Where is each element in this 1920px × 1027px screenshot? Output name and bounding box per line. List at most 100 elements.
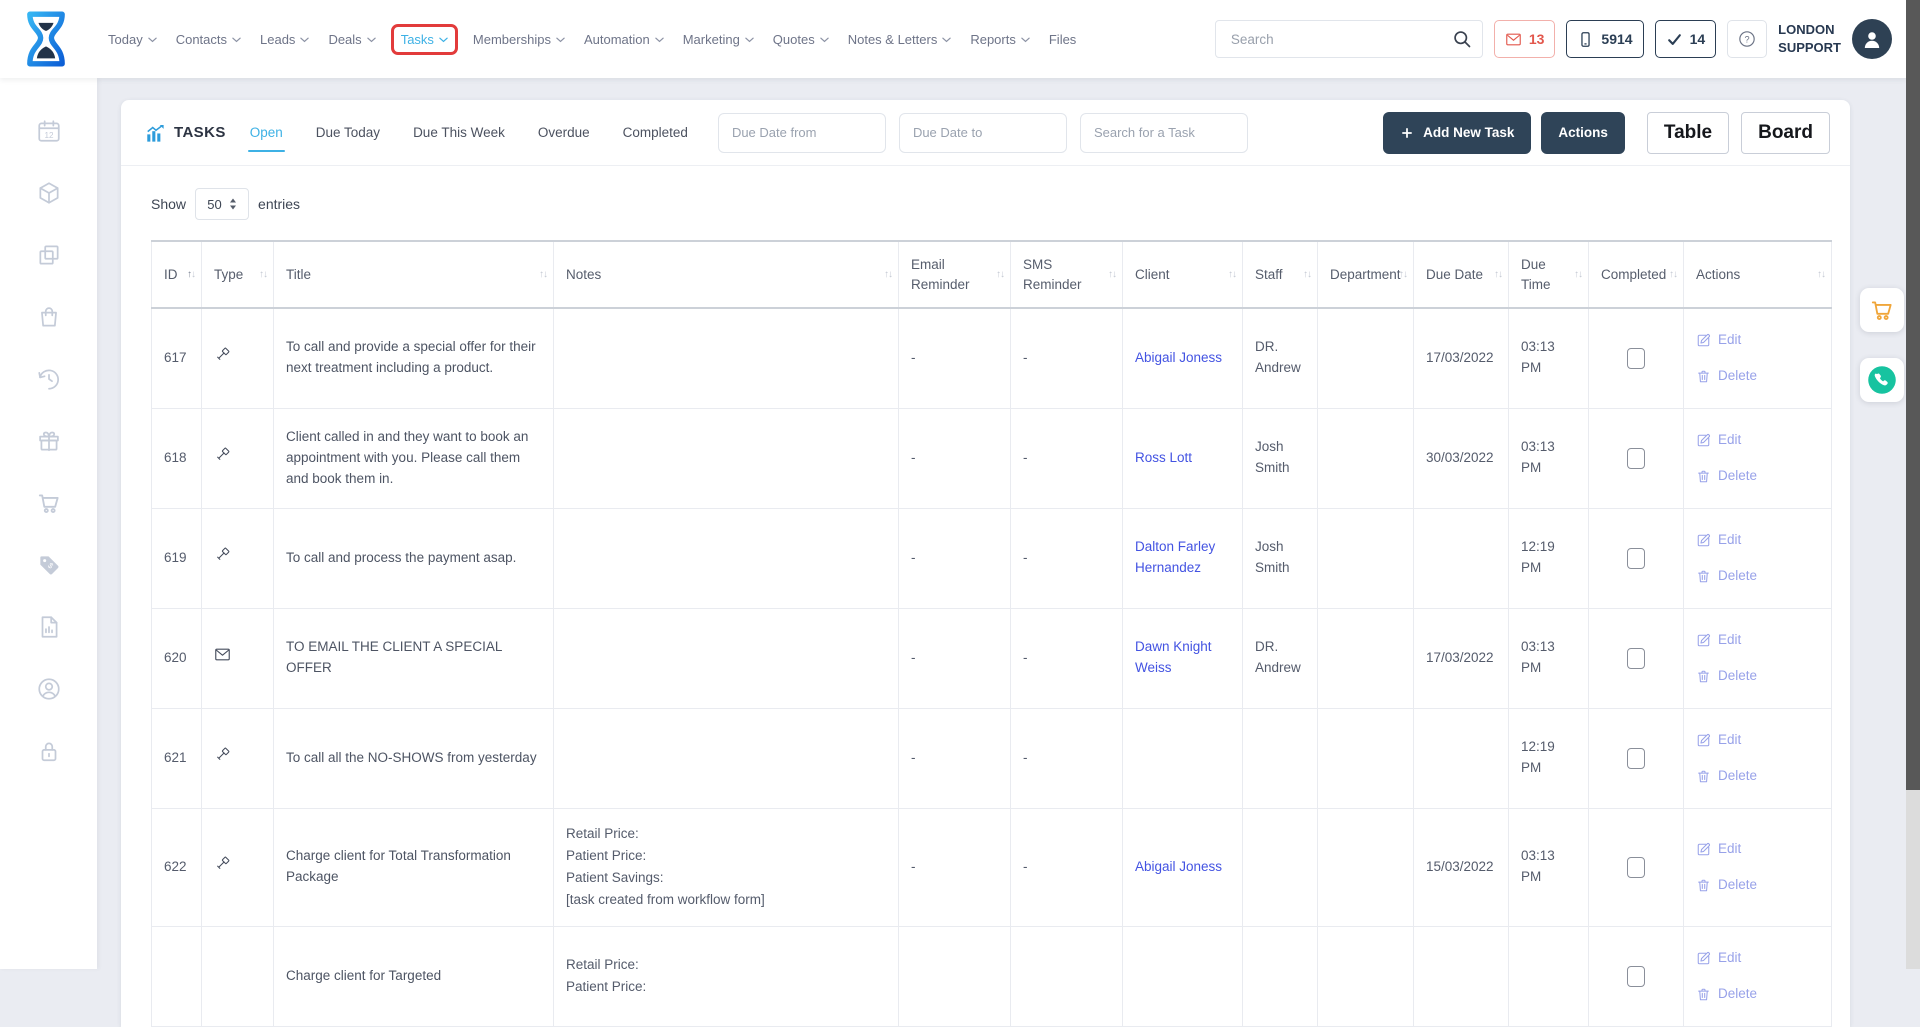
sort-arrows-icon: ↑↓ (1669, 267, 1677, 282)
column-header-actions[interactable]: Actions↑↓ (1684, 241, 1832, 308)
cart-icon[interactable] (36, 490, 62, 516)
client-link[interactable]: Dalton Farley Hernandez (1135, 539, 1215, 575)
floating-phone-button[interactable] (1860, 358, 1904, 402)
nav-item-quotes[interactable]: Quotes (773, 32, 829, 47)
cell-type (202, 308, 274, 408)
email-notifications-badge[interactable]: 13 (1494, 20, 1556, 58)
column-header-client[interactable]: Client↑↓ (1123, 241, 1243, 308)
up-down-arrows-icon (229, 198, 237, 210)
nav-item-files[interactable]: Files (1049, 32, 1076, 47)
price-tag-icon[interactable]: $ (36, 552, 62, 578)
floating-cart-button[interactable] (1860, 288, 1904, 332)
completed-checkbox[interactable] (1627, 648, 1645, 669)
scrollbar-thumb[interactable] (1906, 0, 1920, 790)
client-link[interactable]: Abigail Joness (1135, 350, 1222, 365)
client-link[interactable]: Dawn Knight Weiss (1135, 639, 1212, 675)
nav-item-label: Leads (260, 32, 295, 47)
column-header-due-date[interactable]: Due Date↑↓ (1414, 241, 1509, 308)
scrollbar-track[interactable] (1906, 0, 1920, 969)
nav-item-tasks[interactable]: Tasks (391, 24, 458, 55)
cell-client (1123, 708, 1243, 808)
column-header-staff[interactable]: Staff↑↓ (1243, 241, 1318, 308)
delete-link[interactable]: Delete (1696, 466, 1819, 487)
help-button[interactable]: ? (1727, 20, 1767, 58)
completed-checkbox[interactable] (1627, 857, 1645, 878)
completed-checkbox[interactable] (1627, 548, 1645, 569)
search-icon[interactable] (1442, 21, 1482, 57)
tab-due-this-week[interactable]: Due This Week (413, 125, 505, 140)
task-row: 621To call all the NO-SHOWS from yesterd… (152, 708, 1832, 808)
calendar-icon[interactable]: 12 (36, 118, 62, 144)
copy-icon[interactable] (36, 242, 62, 268)
edit-link[interactable]: Edit (1696, 430, 1819, 451)
column-header-completed[interactable]: Completed↑↓ (1589, 241, 1684, 308)
account-name-line2: SUPPORT (1778, 39, 1841, 57)
add-new-task-button[interactable]: Add New Task (1383, 112, 1531, 154)
nav-item-label: Reports (970, 32, 1016, 47)
column-header-type[interactable]: Type↑↓ (202, 241, 274, 308)
edit-link[interactable]: Edit (1696, 330, 1819, 351)
completed-checkbox[interactable] (1627, 748, 1645, 769)
board-view-button[interactable]: Board (1741, 112, 1830, 154)
avatar[interactable] (1852, 19, 1892, 59)
cell-actions: Edit Delete (1684, 926, 1832, 1026)
entries-label: entries (258, 196, 300, 212)
cube-icon[interactable] (36, 180, 62, 206)
edit-link[interactable]: Edit (1696, 530, 1819, 551)
edit-link[interactable]: Edit (1696, 839, 1819, 860)
edit-link[interactable]: Edit (1696, 730, 1819, 751)
app-logo-icon[interactable] (20, 11, 72, 67)
sms-badge-count: 5914 (1601, 31, 1632, 47)
delete-link[interactable]: Delete (1696, 766, 1819, 787)
bag-icon[interactable] (36, 304, 62, 330)
edit-link[interactable]: Edit (1696, 948, 1819, 969)
due-date-from-input[interactable] (718, 113, 886, 153)
nav-item-reports[interactable]: Reports (970, 32, 1030, 47)
delete-link[interactable]: Delete (1696, 875, 1819, 896)
column-header-title[interactable]: Title↑↓ (274, 241, 554, 308)
tasks-count-badge[interactable]: 14 (1655, 20, 1717, 58)
nav-item-leads[interactable]: Leads (260, 32, 309, 47)
nav-item-today[interactable]: Today (108, 32, 157, 47)
column-header-sms-reminder[interactable]: SMS Reminder↑↓ (1011, 241, 1123, 308)
report-icon[interactable] (36, 614, 62, 640)
sms-notifications-badge[interactable]: 5914 (1566, 20, 1643, 58)
delete-link[interactable]: Delete (1696, 666, 1819, 687)
edit-link-label: Edit (1718, 630, 1741, 651)
lock-icon[interactable] (36, 738, 62, 764)
column-label: Due Time (1521, 257, 1551, 292)
tab-due-today[interactable]: Due Today (316, 125, 380, 140)
tab-completed[interactable]: Completed (623, 125, 688, 140)
nav-item-memberships[interactable]: Memberships (473, 32, 565, 47)
actions-button[interactable]: Actions (1541, 112, 1625, 154)
completed-checkbox[interactable] (1627, 348, 1645, 369)
table-view-button[interactable]: Table (1647, 112, 1729, 154)
tab-overdue[interactable]: Overdue (538, 125, 590, 140)
client-link[interactable]: Ross Lott (1135, 450, 1192, 465)
history-icon[interactable] (36, 366, 62, 392)
due-date-to-input[interactable] (899, 113, 1067, 153)
search-input[interactable] (1229, 31, 1442, 48)
column-header-id[interactable]: ID↑↓ (152, 241, 202, 308)
column-header-due-time[interactable]: Due Time↑↓ (1509, 241, 1589, 308)
task-search-input[interactable] (1080, 113, 1248, 153)
column-header-department[interactable]: Department↑↓ (1318, 241, 1414, 308)
cell-id: 618 (152, 408, 202, 508)
delete-link[interactable]: Delete (1696, 366, 1819, 387)
column-header-email-reminder[interactable]: Email Reminder↑↓ (899, 241, 1011, 308)
delete-link[interactable]: Delete (1696, 984, 1819, 1005)
completed-checkbox[interactable] (1627, 448, 1645, 469)
nav-item-notes-letters[interactable]: Notes & Letters (848, 32, 952, 47)
nav-item-automation[interactable]: Automation (584, 32, 664, 47)
nav-item-deals[interactable]: Deals (328, 32, 375, 47)
tab-open[interactable]: Open (250, 125, 283, 140)
nav-item-contacts[interactable]: Contacts (176, 32, 241, 47)
user-circle-icon[interactable] (36, 676, 62, 702)
page-size-select[interactable]: 50 (195, 188, 249, 220)
nav-item-marketing[interactable]: Marketing (683, 32, 754, 47)
edit-link[interactable]: Edit (1696, 630, 1819, 651)
delete-link[interactable]: Delete (1696, 566, 1819, 587)
column-header-notes[interactable]: Notes↑↓ (554, 241, 899, 308)
client-link[interactable]: Abigail Joness (1135, 859, 1222, 874)
gift-icon[interactable] (36, 428, 62, 454)
